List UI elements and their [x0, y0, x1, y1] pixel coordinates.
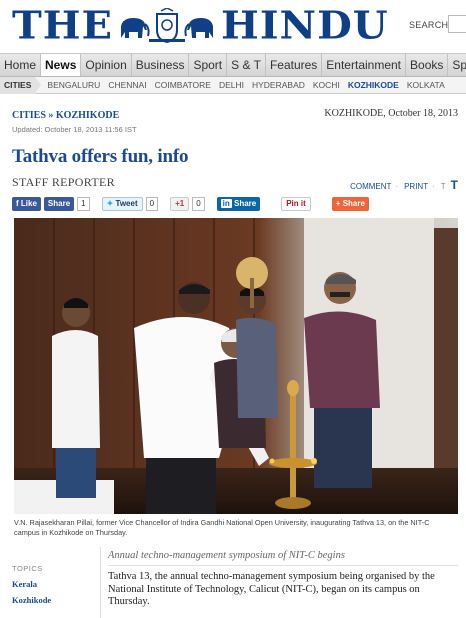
facebook-count: 1	[77, 196, 90, 211]
nav-entertainment[interactable]: Entertainment	[322, 54, 407, 76]
article-photo[interactable]	[14, 218, 458, 514]
pinterest-button[interactable]: Pin it	[281, 196, 311, 211]
linkedin-share-label: Share	[233, 198, 257, 208]
facebook-like-button[interactable]: f Like	[12, 196, 41, 211]
article-body: Tathva 13, the annual techno-management …	[108, 571, 435, 607]
main-nav: Home News Opinion Business Sport S & T F…	[0, 53, 466, 77]
tweet-button[interactable]: ✦ Tweet	[101, 196, 143, 211]
city-kozhikode[interactable]: KOZHIKODE	[344, 77, 403, 94]
nav-sport[interactable]: Sport	[189, 54, 228, 76]
city-hyderabad[interactable]: HYDERABAD	[248, 77, 309, 94]
updated-timestamp: Updated: October 18, 2013 11:56 IST	[12, 125, 137, 134]
text-size-increase-button[interactable]: T	[451, 178, 458, 192]
print-link[interactable]: PRINT	[404, 182, 428, 191]
twitter-bird-icon: ✦	[106, 198, 116, 208]
nav-opinion[interactable]: Opinion	[81, 54, 132, 76]
city-delhi[interactable]: DELHI	[215, 77, 248, 94]
nav-science-tech[interactable]: S & T	[227, 54, 266, 76]
logo-word-the: THE	[12, 3, 114, 48]
linkedin-icon: in	[220, 198, 232, 208]
topic-kerala[interactable]: Kerala	[12, 579, 92, 589]
city-kolkata[interactable]: KOLKATA	[403, 77, 449, 94]
city-bengaluru[interactable]: BENGALURU	[35, 77, 104, 94]
nav-business[interactable]: Business	[132, 54, 190, 76]
cities-label[interactable]: CITIES	[0, 76, 42, 94]
city-kochi[interactable]: KOCHI	[309, 77, 344, 94]
subhead-rule	[108, 565, 458, 566]
photo-caption: V.N. Rajasekharan Pillai, former Vice Ch…	[14, 518, 430, 537]
google-plus-button[interactable]: +1	[170, 196, 190, 211]
masthead: THE HINDU SEARCH	[0, 0, 466, 52]
nav-news[interactable]: News	[41, 54, 82, 76]
tools-separator: ·	[432, 182, 435, 191]
share-bar: f Like Share 1 ✦ Tweet 0 +1 0 in Share P…	[12, 195, 458, 212]
topic-kozhikode[interactable]: Kozhikode	[12, 595, 92, 605]
tweet-count: 0	[145, 196, 159, 211]
nav-features[interactable]: Features	[266, 54, 323, 76]
breadcrumb[interactable]: CITIES » KOZHIKODE	[12, 110, 119, 121]
comment-link[interactable]: COMMENT	[350, 182, 391, 191]
cities-bar: CITIES BENGALURU CHENNAI COIMBATORE DELH…	[0, 76, 466, 94]
byline: STAFF REPORTER	[12, 175, 115, 189]
topics-panel: TOPICS Kerala Kozhikode	[12, 564, 92, 605]
addthis-share-button[interactable]: + Share	[331, 196, 369, 211]
article-subhead: Annual techno-management symposium of NI…	[108, 550, 345, 561]
article-tools: COMMENT · PRINT · T T	[344, 178, 458, 192]
article-headline: Tathva offers fun, info	[12, 146, 189, 167]
elephant-emblem-icon	[121, 8, 214, 44]
tweet-label: Tweet	[115, 198, 138, 208]
linkedin-share-button[interactable]: in Share	[216, 196, 261, 211]
search-label: SEARCH	[409, 20, 449, 30]
search-input[interactable]	[448, 15, 466, 33]
google-plus-count: 0	[192, 196, 205, 211]
city-chennai[interactable]: CHENNAI	[104, 77, 150, 94]
addthis-share-label: Share	[342, 198, 365, 208]
facebook-like-label: Like	[20, 198, 37, 208]
tools-separator: ·	[395, 182, 399, 191]
nav-books[interactable]: Books	[406, 54, 449, 76]
nav-special[interactable]: Spec	[448, 54, 466, 76]
facebook-share-button[interactable]: Share	[43, 196, 75, 211]
plus-icon: +	[335, 198, 343, 208]
column-divider	[100, 547, 101, 618]
dateline: KOZHIKODE, October 18, 2013	[324, 108, 458, 119]
city-coimbatore[interactable]: COIMBATORE	[151, 77, 215, 94]
text-size-decrease-button[interactable]: T	[441, 182, 446, 191]
topics-label: TOPICS	[12, 564, 43, 573]
logo-word-hindu: HINDU	[221, 3, 389, 48]
nav-home[interactable]: Home	[0, 54, 42, 76]
the-hindu-logo[interactable]: THE HINDU	[12, 6, 389, 46]
